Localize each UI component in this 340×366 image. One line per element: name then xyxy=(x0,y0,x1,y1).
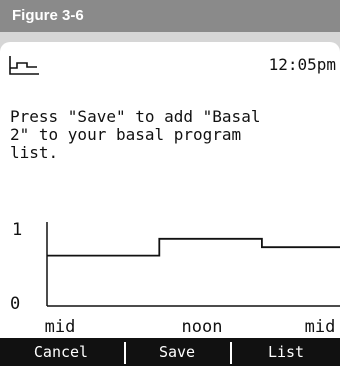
x-tick-label: mid xyxy=(45,317,76,337)
list-button[interactable]: List xyxy=(232,338,340,366)
device-screen: 12:05pm Press "Save" to add "Basal 2" to… xyxy=(0,32,340,366)
figure-label: Figure 3-6 xyxy=(12,7,84,24)
basal-program-icon xyxy=(9,56,39,75)
y-tick-label: 0 xyxy=(10,294,20,314)
cancel-button[interactable]: Cancel xyxy=(0,338,122,366)
x-tick-label: mid xyxy=(305,317,336,337)
basal-rate-series xyxy=(47,237,340,257)
figure-header: Figure 3-6 xyxy=(0,0,340,32)
status-time: 12:05pm xyxy=(268,55,336,74)
x-tick-label: noon xyxy=(182,317,223,337)
x-tick-labels: mid noon mid xyxy=(45,317,336,337)
softkey-bar: Cancel Save List xyxy=(0,338,340,366)
save-button[interactable]: Save xyxy=(126,338,228,366)
prompt-message: Press "Save" to add "Basal 2" to your ba… xyxy=(10,107,261,162)
basal-rate-chart: 1 0 mid noon mid xyxy=(10,220,340,337)
y-tick-label: 1 xyxy=(12,220,22,240)
